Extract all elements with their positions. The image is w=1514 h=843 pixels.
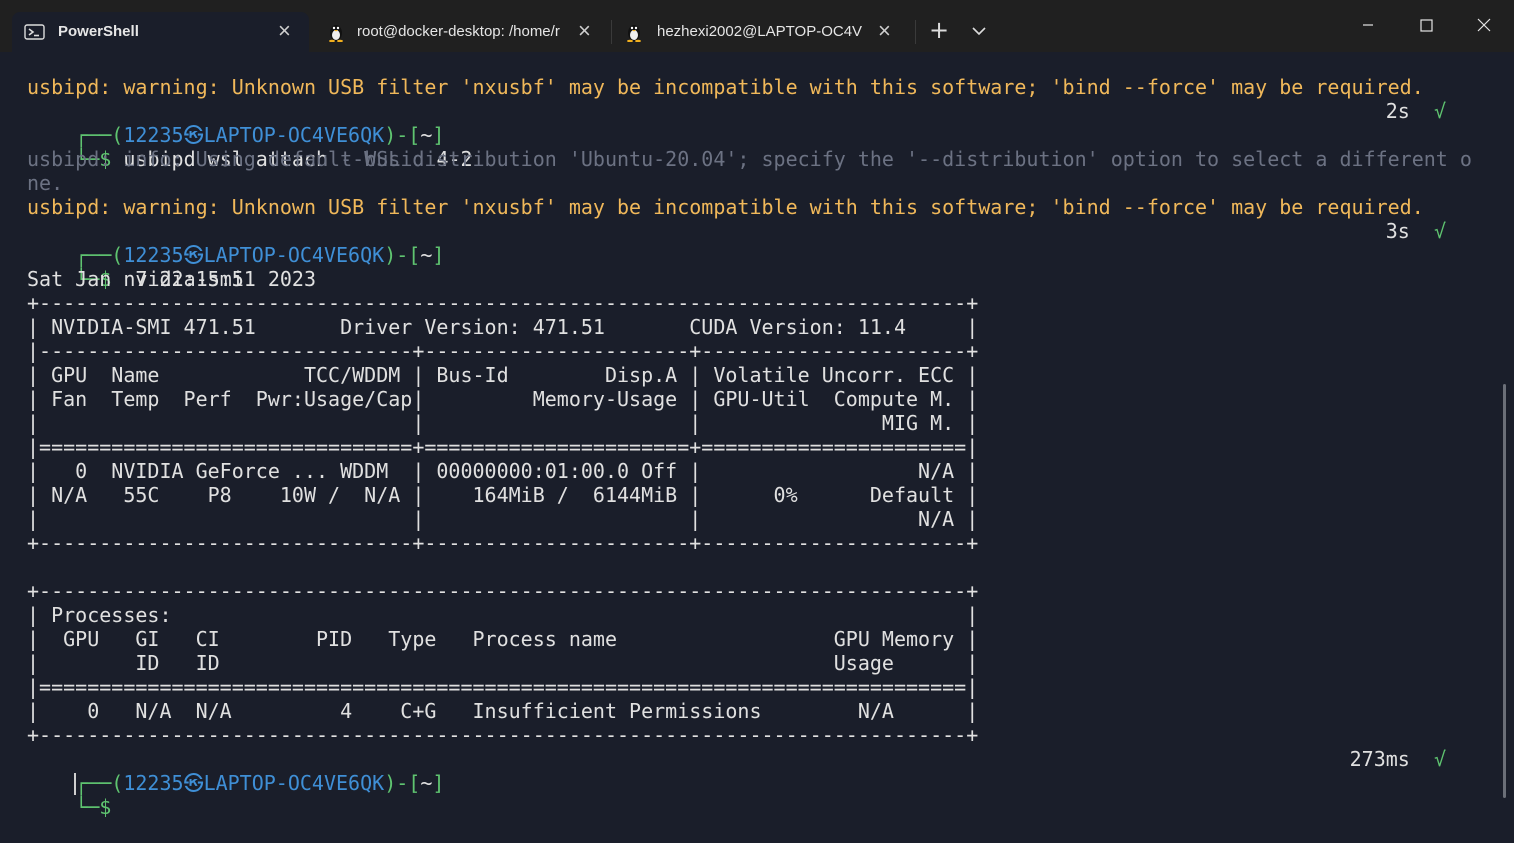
prompt-line: ┌──(12235㉿LAPTOP-OC4VE6QK)-[~] [75, 771, 445, 795]
nvidia-smi-output: |=======================================… [27, 675, 979, 699]
tab-title: hezhexi2002@LAPTOP-OC4VE6 [657, 23, 862, 40]
close-icon [1477, 18, 1491, 32]
title-bar: PowerShell × root@docker-desktop: /home/… [0, 0, 1514, 52]
check-icon: √ [1433, 747, 1446, 771]
tab-title: PowerShell [58, 23, 139, 40]
minimize-button[interactable] [1345, 6, 1391, 46]
powershell-icon [24, 22, 46, 42]
nvidia-smi-output: | | | N/A | [27, 507, 979, 531]
close-icon[interactable]: × [578, 20, 591, 42]
tab-dropdown-button[interactable] [960, 16, 998, 46]
tab-powershell[interactable]: PowerShell × [12, 12, 309, 52]
text-cursor [74, 773, 76, 795]
prompt-line: ┌──(12235㉿LAPTOP-OC4VE6QK)-[~] [75, 243, 445, 267]
close-window-button[interactable] [1461, 6, 1507, 46]
nvidia-smi-output: | ID ID Usage | [27, 651, 979, 675]
warning-line: usbipd: warning: Unknown USB filter 'nxu… [27, 195, 1424, 219]
check-icon: √ [1433, 219, 1446, 243]
maximize-button[interactable] [1403, 6, 1449, 46]
tab-separator [915, 20, 916, 44]
prompt-line: ┌──(12235㉿LAPTOP-OC4VE6QK)-[~] [75, 123, 445, 147]
command-line: └─$ [75, 795, 112, 819]
linux-penguin-icon [623, 22, 645, 43]
command-duration: 3s √ [1385, 219, 1446, 243]
warning-line: usbipd: warning: Unknown USB filter 'nxu… [27, 75, 1424, 99]
info-line: ne. [27, 171, 64, 195]
nvidia-smi-output: | NVIDIA-SMI 471.51 Driver Version: 471.… [27, 315, 979, 339]
nvidia-smi-output: | Fan Temp Perf Pwr:Usage/Cap| Memory-Us… [27, 387, 979, 411]
command-line: └─$ usbipd wsl attach --busid 4-2 [75, 147, 473, 171]
info-line: usbipd: info: Using default WSL distribu… [27, 147, 1472, 171]
nvidia-smi-output: +-------------------------------+-------… [27, 531, 979, 555]
date-output: Sat Jan 7 22:15:51 2023 [27, 267, 316, 291]
tab-hezhexi[interactable]: hezhexi2002@LAPTOP-OC4VE6 × [612, 12, 910, 52]
tab-docker-desktop[interactable]: root@docker-desktop: /home/r × [312, 12, 610, 52]
nvidia-smi-output: | 0 NVIDIA GeForce ... WDDM | 00000000:0… [27, 459, 979, 483]
check-icon: √ [1433, 99, 1446, 123]
nvidia-smi-output: +---------------------------------------… [27, 579, 979, 603]
new-tab-button[interactable]: + [919, 16, 959, 46]
scrollbar[interactable] [1503, 384, 1506, 798]
nvidia-smi-output: |-------------------------------+-------… [27, 339, 979, 363]
nvidia-smi-output: +---------------------------------------… [27, 291, 979, 315]
command-line: └─$ nvidia-smi [75, 267, 244, 291]
nvidia-smi-output: | 0 N/A N/A 4 C+G Insufficient Permissio… [27, 699, 979, 723]
maximize-icon [1420, 19, 1433, 32]
close-icon[interactable]: × [878, 20, 891, 42]
nvidia-smi-output: | Processes: | [27, 603, 979, 627]
nvidia-smi-output: | N/A 55C P8 10W / N/A | 164MiB / 6144Mi… [27, 483, 979, 507]
nvidia-smi-output: +---------------------------------------… [27, 723, 979, 747]
nvidia-smi-output: | | | MIG M. | [27, 411, 979, 435]
close-icon[interactable]: × [278, 20, 291, 42]
minimize-icon [1363, 24, 1373, 26]
linux-penguin-icon [325, 22, 347, 43]
nvidia-smi-output: | GPU Name TCC/WDDM | Bus-Id Disp.A | Vo… [27, 363, 979, 387]
tab-title: root@docker-desktop: /home/r [357, 23, 560, 40]
command-duration: 2s √ [1385, 99, 1446, 123]
command-duration: 273ms √ [1349, 747, 1446, 771]
nvidia-smi-output: |===============================+=======… [27, 435, 979, 459]
chevron-down-icon [972, 27, 986, 36]
nvidia-smi-output: | GPU GI CI PID Type Process name GPU Me… [27, 627, 979, 651]
terminal-output[interactable]: usbipd: warning: Unknown USB filter 'nxu… [0, 52, 1514, 821]
